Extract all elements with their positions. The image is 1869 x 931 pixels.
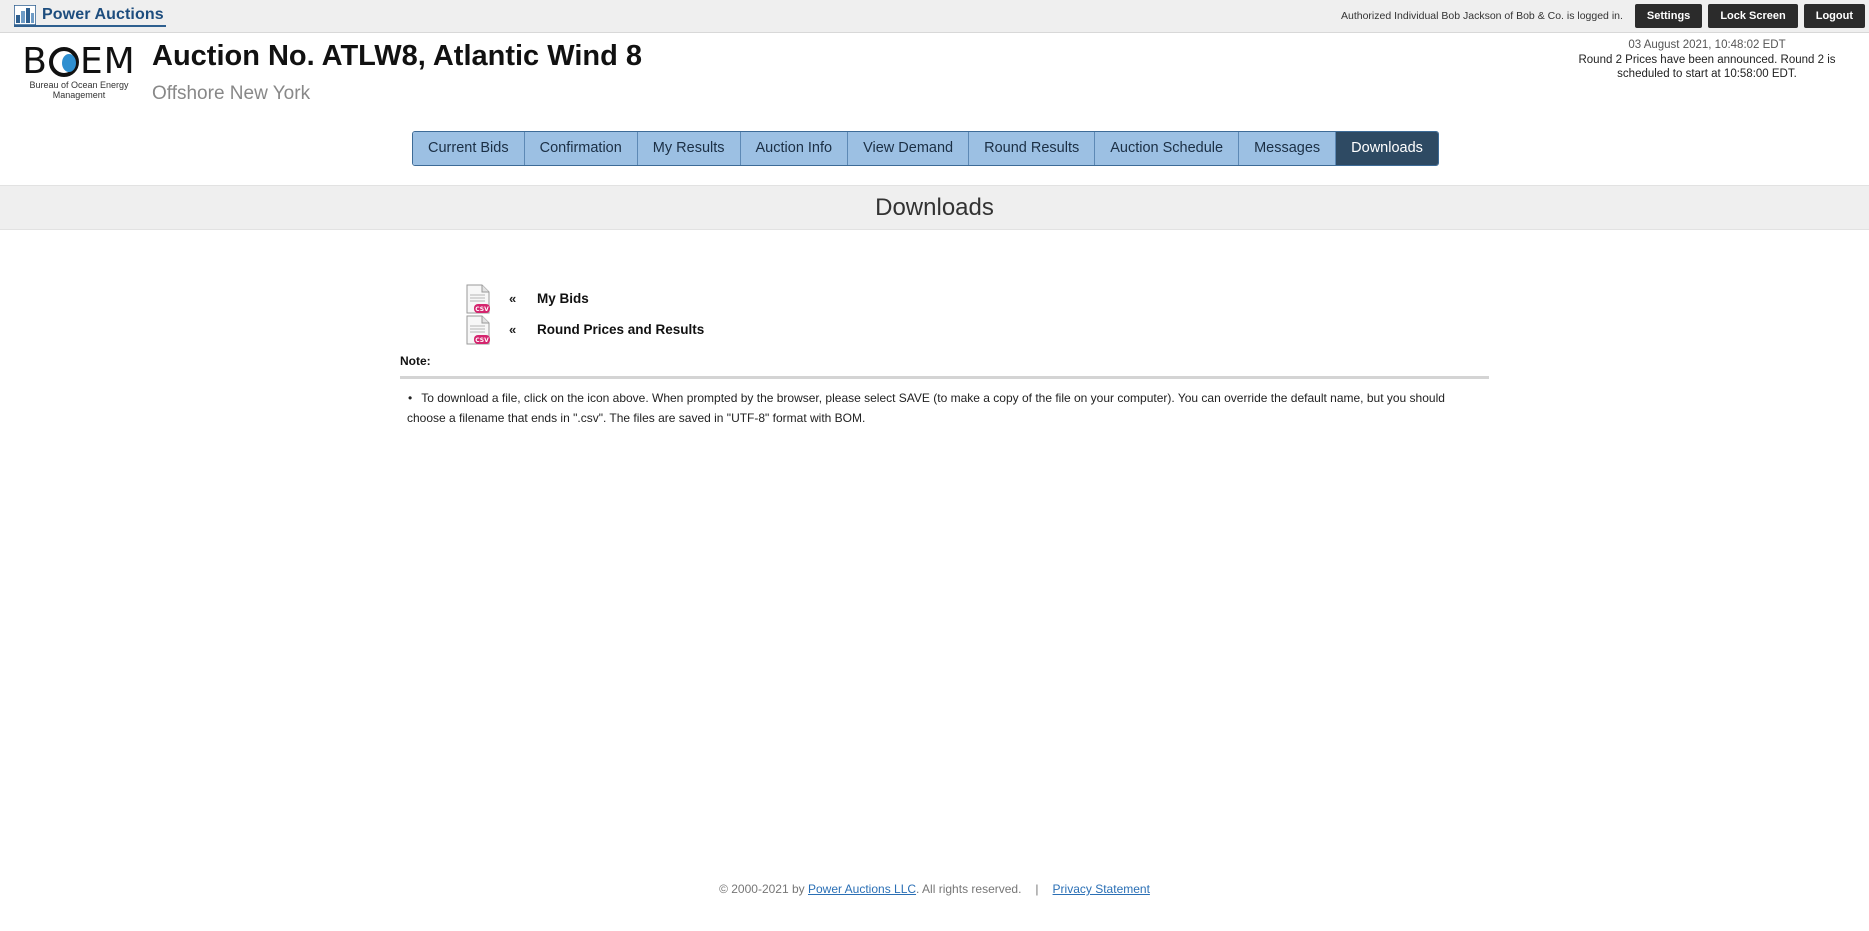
note-divider — [400, 376, 1489, 379]
privacy-statement-link[interactable]: Privacy Statement — [1053, 882, 1150, 896]
boem-subtitle-2: Management — [52, 90, 106, 100]
tab-current-bids[interactable]: Current Bids — [413, 132, 525, 165]
tab-view-demand[interactable]: View Demand — [848, 132, 970, 165]
csv-file-icon[interactable]: CSV — [465, 284, 491, 314]
lock-screen-button[interactable]: Lock Screen — [1708, 4, 1798, 28]
footer: © 2000-2021 by Power Auctions LLC. All r… — [0, 882, 1869, 896]
svg-text:CSV: CSV — [475, 337, 489, 344]
tab-auction-info[interactable]: Auction Info — [740, 132, 849, 165]
tab-auction-schedule[interactable]: Auction Schedule — [1095, 132, 1240, 165]
csv-file-icon[interactable]: CSV — [465, 315, 491, 345]
power-auctions-link[interactable]: Power Auctions LLC — [808, 882, 916, 896]
tab-messages[interactable]: Messages — [1239, 132, 1337, 165]
status-info: 03 August 2021, 10:48:02 EDT Round 2 Pri… — [1557, 38, 1857, 81]
svg-text:CSV: CSV — [475, 306, 489, 313]
download-round-prices-label: Round Prices and Results — [537, 322, 705, 337]
arrow-icon: « — [509, 322, 517, 337]
section-title: Downloads — [875, 194, 994, 221]
note-label: Note: — [400, 354, 431, 368]
tab-confirmation[interactable]: Confirmation — [524, 132, 638, 165]
note-text: • To download a file, click on the icon a… — [407, 388, 1485, 428]
round-announcement: Round 2 Prices have been announced. Roun… — [1578, 54, 1836, 80]
boem-letters-em: EM — [79, 41, 136, 82]
tab-downloads[interactable]: Downloads — [1336, 132, 1438, 165]
page-title: Auction No. ATLW8, Atlantic Wind 8 — [152, 40, 643, 72]
downloads-list: CSV « My Bids CSV « Round Prices and Res… — [465, 283, 704, 345]
note-body: To download a file, click on the icon ab… — [407, 391, 1445, 425]
download-my-bids-label: My Bids — [537, 291, 589, 306]
list-item: CSV « Round Prices and Results — [465, 314, 704, 345]
power-auctions-logo-icon — [14, 4, 36, 25]
footer-copyright: © 2000-2021 by — [719, 882, 808, 896]
boem-letter-b: B — [22, 41, 48, 82]
page-subtitle: Offshore New York — [152, 83, 311, 104]
login-status: Authorized Individual Bob Jackson of Bob… — [1340, 10, 1623, 22]
footer-separator: | — [1035, 882, 1039, 896]
current-datetime: 03 August 2021, 10:48:02 EDT — [1628, 39, 1786, 51]
footer-rights: . All rights reserved. — [916, 882, 1022, 896]
login-area: Authorized Individual Bob Jackson of Bob… — [1341, 4, 1865, 28]
main-tabs: Current Bids Confirmation My Results Auc… — [412, 131, 1439, 166]
tab-round-results[interactable]: Round Results — [969, 132, 1096, 165]
list-item: CSV « My Bids — [465, 283, 704, 314]
boem-subtitle-1: Bureau of Ocean Energy — [29, 80, 129, 90]
tab-my-results[interactable]: My Results — [637, 132, 741, 165]
boem-wordmark: B EM — [22, 44, 136, 80]
section-header: Downloads — [0, 185, 1869, 230]
top-bar: Power Auctions Authorized Individual Bob… — [0, 0, 1869, 33]
logout-button[interactable]: Logout — [1803, 4, 1865, 28]
brand-name: Power Auctions — [42, 5, 164, 23]
bullet-icon: • — [408, 391, 413, 405]
power-auctions-logo[interactable]: Power Auctions — [14, 4, 166, 27]
boem-logo: B EM Bureau of Ocean Energy Management — [22, 44, 136, 101]
boem-o-icon — [48, 47, 79, 77]
arrow-icon: « — [509, 291, 517, 306]
settings-button[interactable]: Settings — [1634, 4, 1703, 28]
